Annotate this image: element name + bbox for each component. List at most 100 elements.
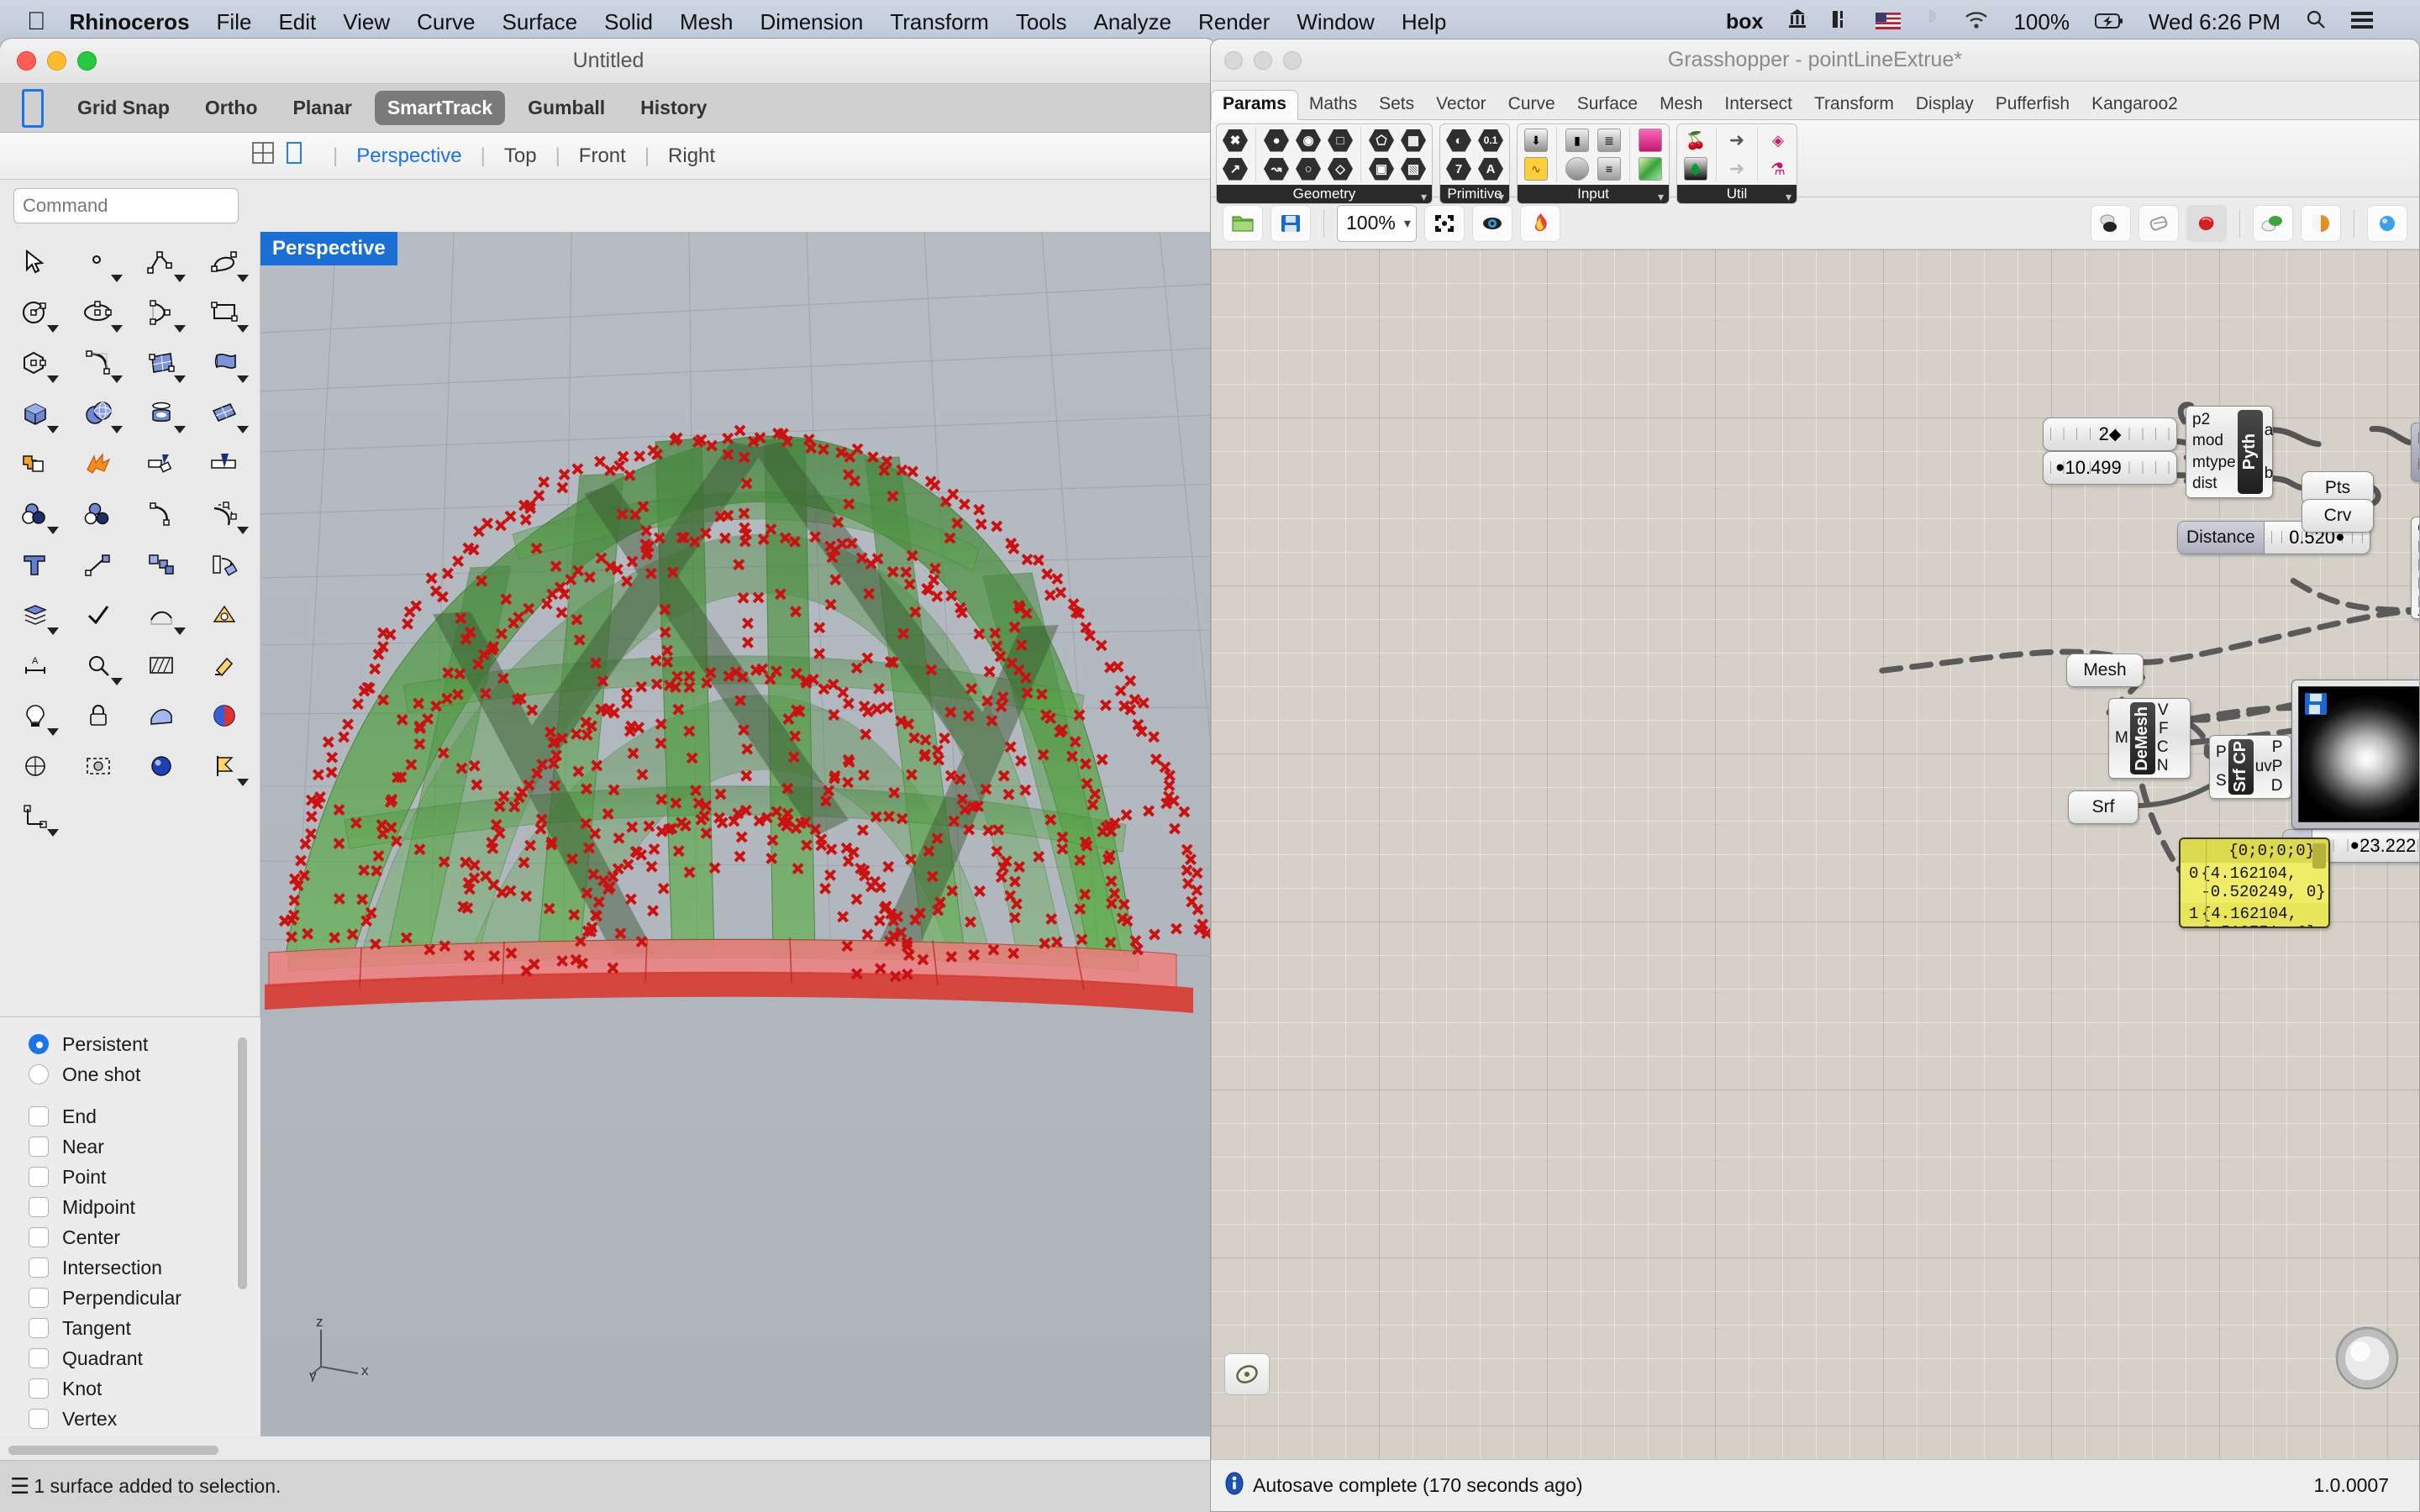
sidebar-toggle-icon[interactable] <box>22 89 44 128</box>
text-param-icon[interactable]: A <box>1475 155 1507 183</box>
checkbox-vertex[interactable] <box>29 1409 49 1429</box>
box-icon[interactable] <box>3 388 66 438</box>
osnap-tangent[interactable]: Tangent <box>29 1313 260 1343</box>
array-icon[interactable] <box>130 539 193 590</box>
panel-scrollbar[interactable] <box>2312 843 2326 869</box>
port-p[interactable]: P <box>2216 743 2227 762</box>
apple-icon[interactable]:  <box>27 9 46 34</box>
port-m[interactable]: M <box>2115 729 2128 748</box>
toggle-ortho[interactable]: Ortho <box>205 97 258 119</box>
checkbox-quadrant[interactable] <box>29 1348 49 1368</box>
mesh-param-icon[interactable]: ▦ <box>1397 126 1429 155</box>
construct-point-component[interactable]: P Pl Con C E <box>2411 423 2419 481</box>
osnap-intersection[interactable]: Intersection <box>29 1252 260 1283</box>
bank-icon[interactable] <box>1788 8 1807 36</box>
viewport-tab-front[interactable]: Front <box>579 144 626 168</box>
select-arrow-icon[interactable] <box>3 237 66 287</box>
wifi-icon[interactable] <box>1965 9 1988 35</box>
battery-icon[interactable] <box>2095 9 2123 35</box>
bake-icon[interactable] <box>1520 205 1560 242</box>
ellipse-icon[interactable] <box>66 287 129 338</box>
geometry-x-icon[interactable]: ✖ <box>1219 126 1251 155</box>
slider-track[interactable]: ● 10.499 <box>2044 452 2176 484</box>
tab-sets[interactable]: Sets <box>1368 91 1425 119</box>
open-folder-icon[interactable] <box>1223 205 1263 242</box>
checkbox-point[interactable] <box>29 1167 49 1187</box>
box-menu-icon[interactable]: box <box>1726 10 1763 34</box>
tab-display[interactable]: Display <box>1905 91 1985 119</box>
tab-kangaroo2[interactable]: Kangaroo2 <box>2081 91 2189 119</box>
curve-ctrl-icon[interactable]: ○ <box>1292 155 1324 183</box>
control-center-icon[interactable] <box>2351 9 2373 35</box>
chevron-down-icon[interactable]: ▾ <box>1404 215 1411 232</box>
preview-eye-icon[interactable] <box>1472 205 1512 242</box>
osnap-knot[interactable]: Knot <box>29 1373 260 1404</box>
tab-surface[interactable]: Surface <box>1566 91 1649 119</box>
gradient-icon[interactable] <box>1634 126 1666 155</box>
menu-surface[interactable]: Surface <box>502 9 578 35</box>
boolean-param-icon[interactable]: ◐ <box>1443 126 1475 155</box>
polyline-icon[interactable] <box>130 237 193 287</box>
menu-view[interactable]: View <box>343 9 390 35</box>
port-a[interactable]: a <box>2265 422 2274 440</box>
boolean-union-icon[interactable] <box>3 438 66 489</box>
port-pl[interactable]: Pl <box>2417 456 2419 475</box>
arrow-right-icon[interactable]: ➜ <box>1721 126 1753 155</box>
preview-sel-icon[interactable] <box>2253 205 2293 242</box>
toggle-planar[interactable]: Planar <box>293 97 352 119</box>
osnap-mode-oneshot[interactable]: One shot <box>29 1059 260 1089</box>
polygon-icon[interactable] <box>3 338 66 388</box>
sphere-icon[interactable] <box>66 388 129 438</box>
arc-param-icon[interactable]: ↝ <box>1260 155 1292 183</box>
rectangle-icon[interactable] <box>193 287 256 338</box>
check-icon[interactable] <box>66 590 129 640</box>
surface-closest-point-component[interactable]: P S Srf CP P uvP D <box>2209 735 2291 799</box>
slider-knob[interactable]: ● <box>2055 459 2065 477</box>
offset-curve-component[interactable]: C D Pl B K T OffCrv O <box>2411 517 2419 619</box>
checkbox-near[interactable] <box>29 1137 49 1157</box>
port-b[interactable]: B <box>2417 575 2419 594</box>
navigation-compass[interactable] <box>2332 1323 2402 1394</box>
port-f[interactable]: F <box>2159 720 2169 738</box>
port-pl[interactable]: Pl <box>2417 557 2419 575</box>
zoom-level-select[interactable]: 100% ▾ <box>1337 205 1417 242</box>
shaded-preview-icon[interactable] <box>2186 205 2227 242</box>
tab-intersect[interactable]: Intersect <box>1713 91 1803 119</box>
menu-file[interactable]: File <box>217 9 252 35</box>
srf-param[interactable]: Srf <box>2068 790 2139 824</box>
checkbox-intersection[interactable] <box>29 1257 49 1278</box>
data-panel[interactable]: {0;0;0;0} 0 {4.162104, -0.520249, 0} 1 {… <box>2179 837 2330 928</box>
lock-icon[interactable] <box>66 690 129 741</box>
menu-help[interactable]: Help <box>1402 9 1446 35</box>
toggle-grid-snap[interactable]: Grid Snap <box>77 97 170 119</box>
tab-maths[interactable]: Maths <box>1298 91 1368 119</box>
graph-mapper-icon[interactable]: ∿ <box>1520 155 1552 183</box>
render-icon[interactable] <box>193 590 256 640</box>
viewport-name-label[interactable]: Perspective <box>260 232 397 265</box>
checkbox-center[interactable] <box>29 1227 49 1247</box>
port-mtype[interactable]: mtype <box>2192 454 2236 472</box>
osnap-quadrant[interactable]: Quadrant <box>29 1343 260 1373</box>
tab-mesh[interactable]: Mesh <box>1649 91 1713 119</box>
port-s[interactable]: S <box>2216 772 2227 790</box>
osnap-mode-persistent[interactable]: Persistent <box>29 1029 260 1059</box>
toggle-smarttrack[interactable]: SmartTrack <box>375 91 505 125</box>
boolean-toggle-icon[interactable]: ▮ <box>1561 126 1593 155</box>
vector-arrow-icon[interactable]: ↗ <box>1219 155 1251 183</box>
osnap-perpendicular[interactable]: Perpendicular <box>29 1283 260 1313</box>
osnap-point[interactable]: Point <box>29 1162 260 1192</box>
sphere-render-icon[interactable] <box>130 741 193 791</box>
checkbox-knot[interactable] <box>29 1378 49 1399</box>
port-c[interactable]: C <box>2417 520 2419 538</box>
port-t[interactable]: T <box>2417 612 2419 631</box>
integer-param-icon[interactable]: 7 <box>1443 155 1475 183</box>
search-icon[interactable] <box>2306 9 2326 35</box>
osnap-scrollbar[interactable] <box>238 1037 247 1289</box>
menu-curve[interactable]: Curve <box>417 9 475 35</box>
tab-transform[interactable]: Transform <box>1803 91 1905 119</box>
preview-off-icon[interactable] <box>2091 205 2131 242</box>
save-disk-icon[interactable] <box>1270 205 1311 242</box>
viewport-tab-top[interactable]: Top <box>504 144 537 168</box>
port-uvp[interactable]: uvP <box>2255 758 2283 776</box>
menu-window[interactable]: Window <box>1297 9 1374 35</box>
